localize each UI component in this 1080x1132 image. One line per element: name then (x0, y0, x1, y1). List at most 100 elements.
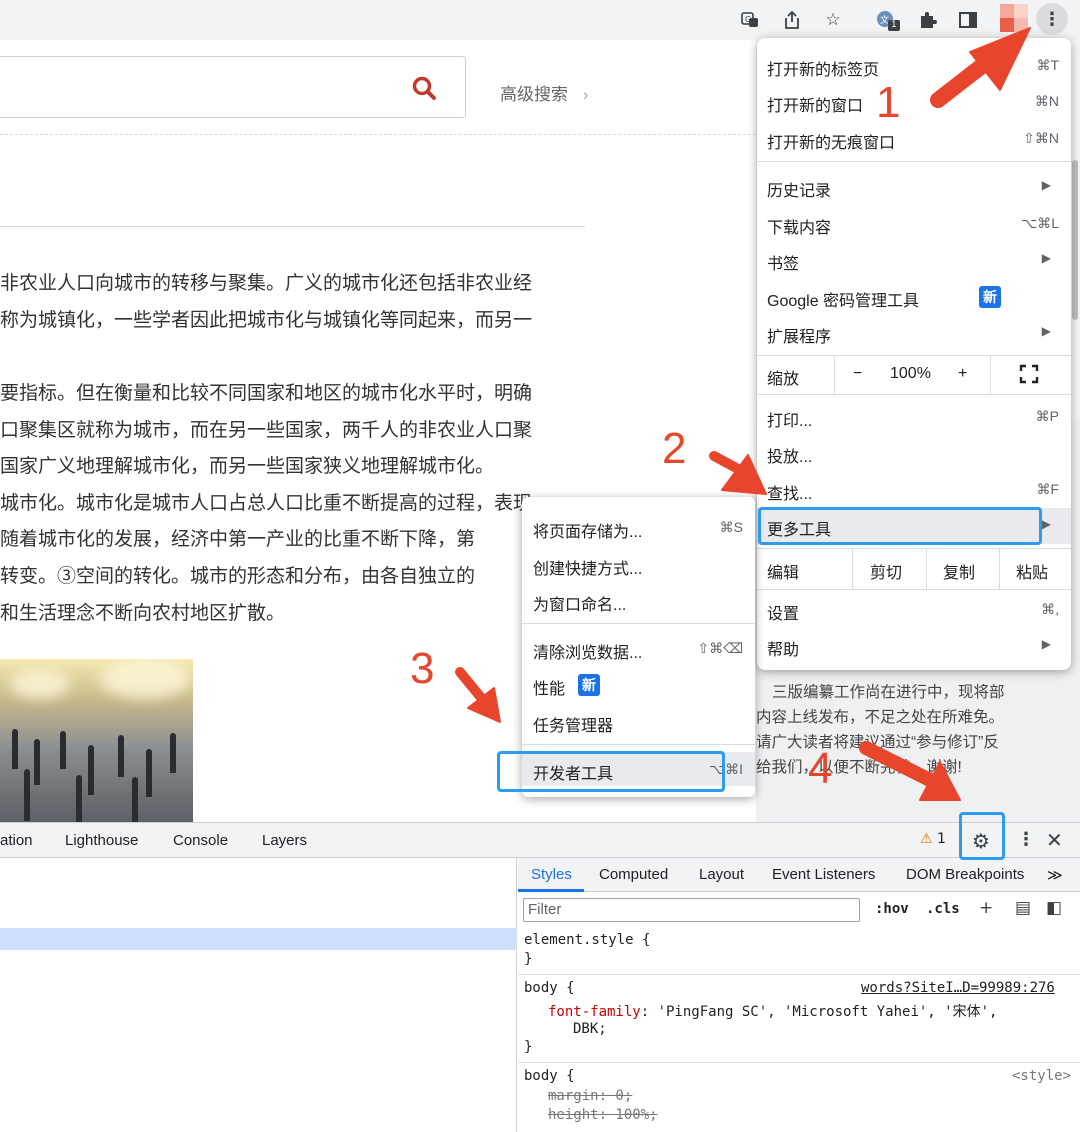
brace: } (524, 1039, 533, 1055)
highlight-developer-tools (497, 751, 725, 792)
new-badge: 新 (979, 286, 1001, 308)
menu-label: 下载内容 (767, 220, 832, 237)
tab-lighthouse[interactable]: Lighthouse (65, 832, 138, 849)
divider (518, 974, 1080, 975)
notice-line: 请广大读者将建议通过“参与修订”反 (756, 734, 999, 751)
submenu-item-performance[interactable]: 性能新 (522, 667, 755, 701)
menu-item-help[interactable]: 帮助 ▶ (757, 628, 1071, 664)
styles-filter-input[interactable]: Filter (523, 898, 860, 922)
article-line: 随着城市化的发展，经济中第一产业的比重不断下降，第 (0, 529, 476, 550)
element-style-rule[interactable]: element.style { (524, 932, 650, 948)
search-input[interactable] (0, 56, 466, 118)
menu-divider (999, 549, 1000, 589)
close-icon[interactable]: ✕ (1046, 828, 1063, 852)
submenu-arrow-icon: ▶ (1041, 637, 1051, 651)
menu-divider (757, 394, 1071, 395)
menu-item-new-tab[interactable]: 打开新的标签页 ⌘T (757, 48, 1071, 84)
body-rule-selector[interactable]: body { (524, 1068, 575, 1084)
advanced-search-link[interactable]: 高级搜索 › (500, 80, 588, 105)
selected-node-row[interactable] (0, 928, 517, 950)
shortcut: ⇧⌘⌫ (697, 640, 743, 656)
menu-item-print[interactable]: 打印... ⌘P (757, 399, 1071, 435)
submenu-item-save-page[interactable]: 将页面存储为... ⌘S (522, 510, 755, 544)
submenu-item-create-shortcut[interactable]: 创建快捷方式... (522, 547, 755, 581)
css-declaration[interactable]: font-family: 'PingFang SC', 'Microsoft Y… (548, 1001, 997, 1021)
step-label-2: 2 (662, 424, 687, 473)
more-vert-icon[interactable]: ⋮ (1036, 3, 1068, 35)
body-rule-selector[interactable]: body { (524, 980, 575, 996)
page-scrollbar[interactable] (1072, 160, 1078, 320)
tab-layers[interactable]: Layers (262, 832, 307, 849)
submenu-item-name-window[interactable]: 为窗口命名... (522, 583, 755, 617)
search-icon[interactable] (411, 75, 437, 101)
zoom-out-button[interactable]: − (853, 365, 862, 403)
menu-label: 帮助 (767, 642, 800, 659)
menu-item-new-window[interactable]: 打开新的窗口 ⌘N (757, 84, 1071, 120)
side-panel-icon[interactable] (956, 8, 980, 32)
share-icon[interactable] (780, 8, 804, 32)
menu-item-downloads[interactable]: 下载内容 ⌥⌘L (757, 206, 1071, 242)
shortcut: ⌘T (1036, 57, 1059, 73)
menu-label: 为窗口命名... (533, 597, 627, 614)
tab-layout[interactable]: Layout (699, 866, 744, 883)
warning-counter[interactable]: ⚠ 1 (920, 831, 946, 847)
menu-item-find[interactable]: 查找... ⌘F (757, 472, 1071, 508)
tab-console[interactable]: Console (173, 832, 228, 849)
menu-item-extensions[interactable]: 扩展程序 ▶ (757, 315, 1071, 351)
menu-label: 设置 (767, 606, 800, 623)
menu-item-history[interactable]: 历史记录 ▶ (757, 169, 1071, 205)
profile-avatar[interactable] (1000, 4, 1028, 32)
submenu-item-clear-data[interactable]: 清除浏览数据... ⇧⌘⌫ (522, 631, 755, 665)
article-line: 和生活理念不断向农村地区扩散。 (0, 603, 286, 624)
tab-application[interactable]: ation (0, 832, 33, 849)
zoom-in-button[interactable]: + (958, 365, 967, 403)
devtools-more-icon[interactable]: ⋮ (1017, 829, 1035, 850)
menu-item-bookmarks[interactable]: 书签 ▶ (757, 242, 1071, 278)
submenu-item-task-manager[interactable]: 任务管理器 (522, 704, 755, 738)
puzzle-icon[interactable] (916, 8, 940, 32)
tabs-overflow-icon[interactable]: ≫ (1047, 866, 1063, 884)
city-crowd-image (0, 659, 193, 822)
user-agent-source[interactable]: <style> (1012, 1068, 1071, 1084)
shortcut: ⌘, (1041, 601, 1059, 617)
menu-item-incognito[interactable]: 打开新的无痕窗口 ⇧⌘N (757, 121, 1071, 157)
fullscreen-icon[interactable] (1019, 364, 1039, 402)
notice-line: 给我们，以便不断完善。谢谢! (756, 759, 962, 776)
menu-label: 打开新的窗口 (767, 98, 864, 115)
menu-label: 将页面存储为... (533, 524, 643, 541)
submenu-arrow-icon: ▶ (1041, 178, 1051, 192)
translate-icon[interactable]: G (738, 8, 762, 32)
bookmark-star-icon[interactable]: ☆ (821, 8, 845, 32)
menu-divider (757, 161, 1071, 162)
warning-icon: ⚠ (920, 831, 933, 847)
devtools-tab-bar: ation Lighthouse Console Layers ⚠ 1 ⚙ ⋮ … (0, 822, 1080, 858)
overridden-declaration[interactable]: height: 100%; (548, 1107, 658, 1123)
menu-item-cast[interactable]: 投放... (757, 435, 1071, 471)
paint-icon[interactable]: ▤ (1015, 898, 1031, 918)
tab-styles[interactable]: Styles (531, 866, 572, 883)
menu-divider (757, 589, 1071, 590)
menu-item-password-manager[interactable]: Google 密码管理工具 新 (757, 279, 1071, 315)
cls-toggle[interactable]: .cls (926, 901, 960, 917)
article-line: 要指标。但在衡量和比较不同国家和地区的城市化水平时，明确 (0, 383, 533, 404)
menu-zoom-row: 缩放 − 100% + (757, 356, 1071, 394)
divider (0, 226, 585, 227)
tab-event-listeners[interactable]: Event Listeners (772, 866, 875, 883)
chrome-main-menu: 打开新的标签页 ⌘T 打开新的窗口 ⌘N 打开新的无痕窗口 ⇧⌘N 历史记录 ▶ 下载内… (757, 38, 1071, 670)
extension-icon[interactable]: 文 1 (874, 8, 900, 32)
tab-computed[interactable]: Computed (599, 866, 668, 883)
sidebar-toggle-icon[interactable]: ◧ (1046, 898, 1062, 918)
hov-toggle[interactable]: :hov (875, 901, 909, 917)
submenu-arrow-icon: ▶ (1041, 324, 1051, 338)
overridden-declaration[interactable]: margin: 0; (548, 1088, 632, 1104)
chevron-right-icon: › (582, 85, 589, 104)
new-rule-icon[interactable]: + (979, 898, 993, 918)
shortcut: ⌘F (1036, 481, 1059, 497)
styles-tab-bar: Styles Computed Layout Event Listeners D… (518, 858, 1080, 892)
tab-dom-breakpoints[interactable]: DOM Breakpoints (906, 866, 1024, 883)
elements-tree[interactable] (0, 858, 517, 1132)
stylesheet-source-link[interactable]: words?SiteI…D=99989:276 (861, 980, 1055, 996)
menu-item-settings[interactable]: 设置 ⌘, (757, 592, 1071, 628)
menu-label: 扩展程序 (767, 329, 832, 346)
menu-label: 书签 (767, 256, 800, 273)
